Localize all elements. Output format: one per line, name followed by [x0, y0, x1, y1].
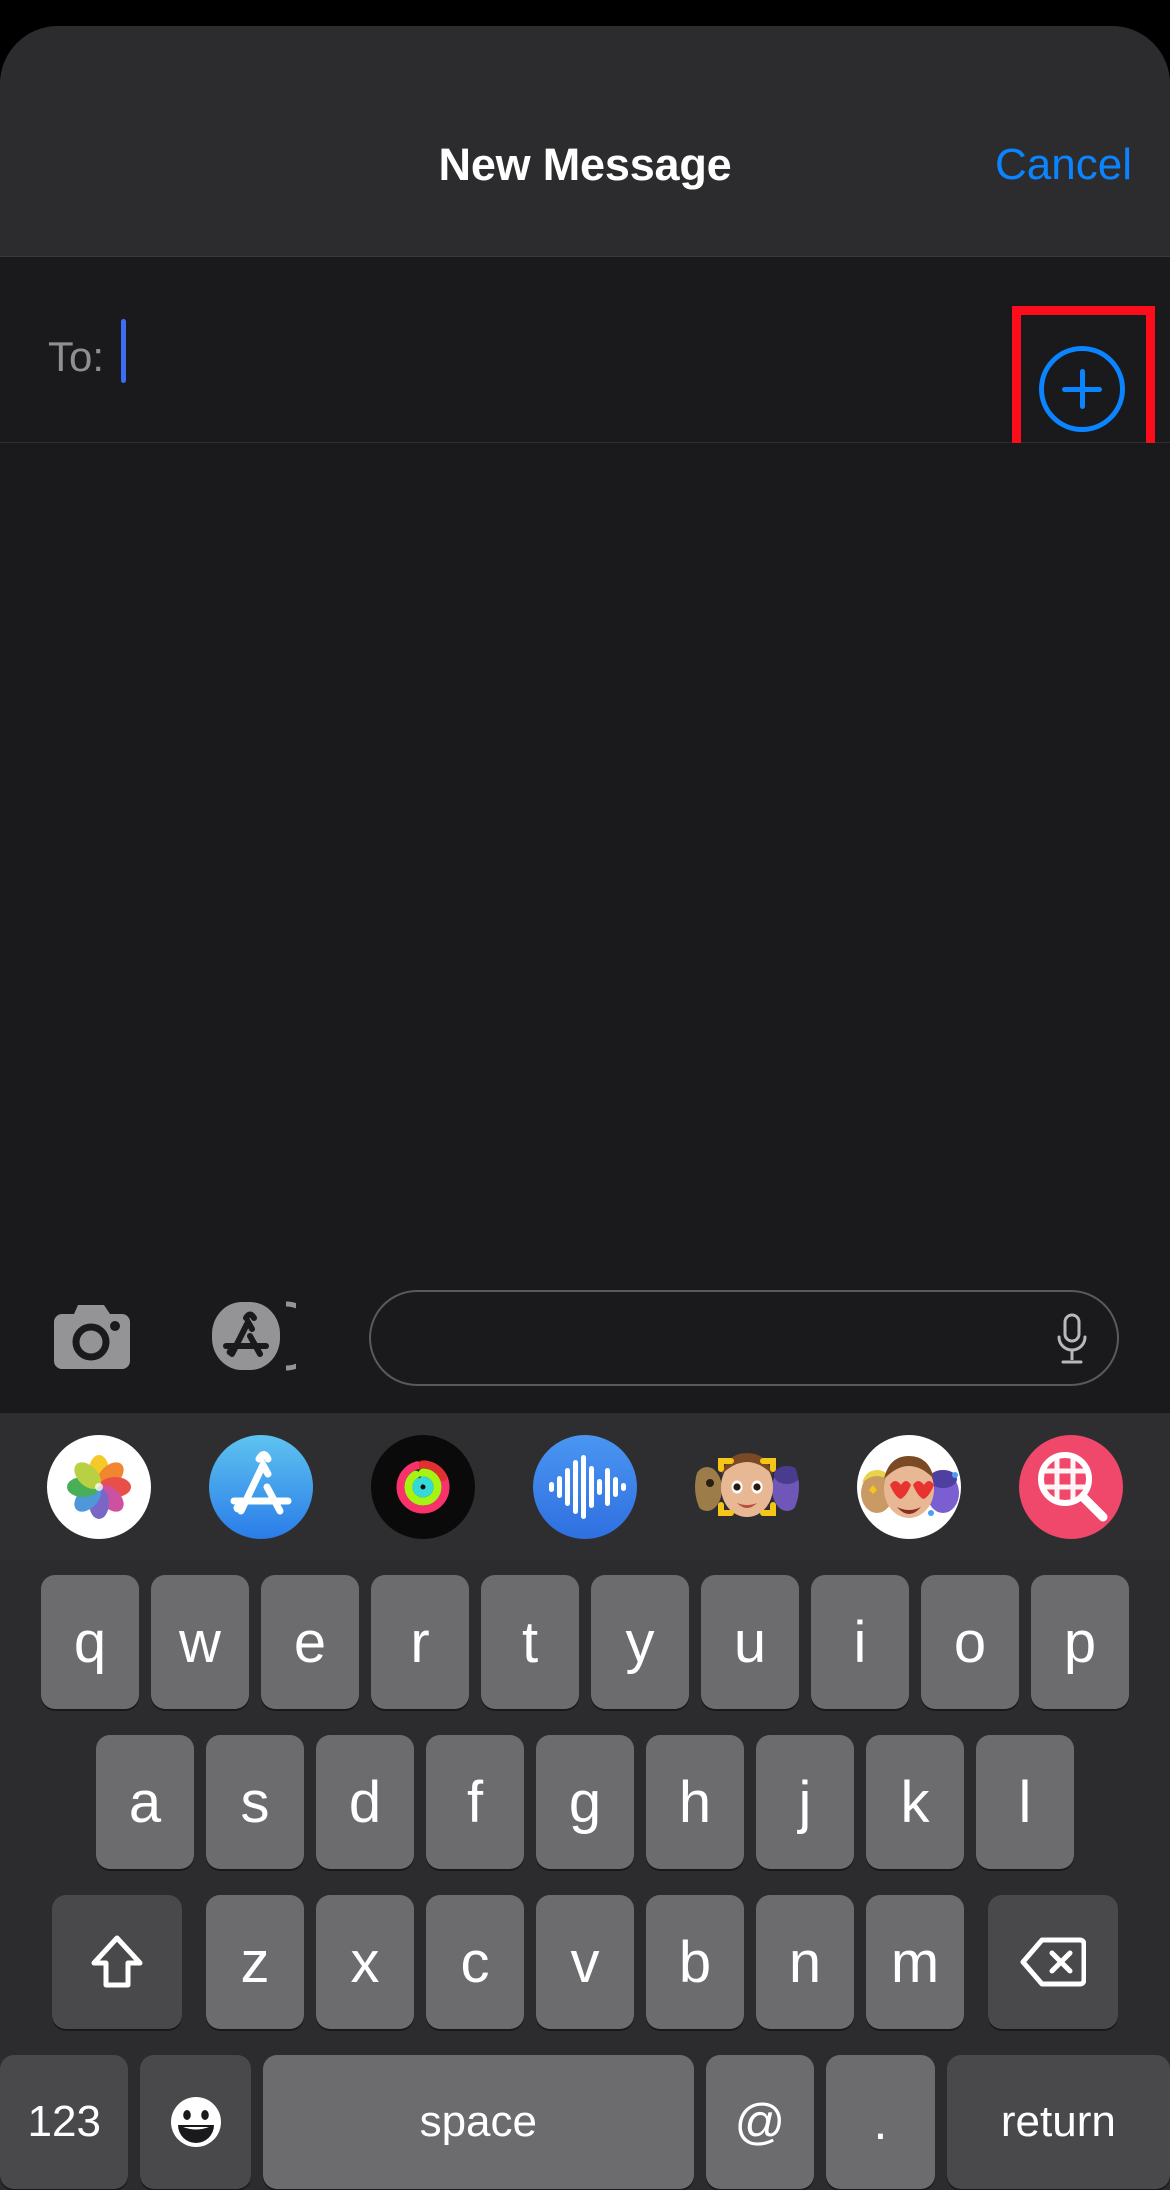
- new-message-sheet: New Message Cancel To: q w e r t y u i o…: [0, 26, 1170, 2190]
- app-drawer-item-images[interactable]: [1019, 1435, 1123, 1539]
- key-l[interactable]: l: [976, 1735, 1074, 1869]
- keyboard-row-4: 123 space @ . return: [0, 2055, 1170, 2189]
- key-b[interactable]: b: [646, 1895, 744, 2029]
- key-numeric-switch[interactable]: 123: [0, 2055, 129, 2189]
- key-h[interactable]: h: [646, 1735, 744, 1869]
- key-v[interactable]: v: [536, 1895, 634, 2029]
- conversation-area: [0, 443, 1170, 1263]
- key-space[interactable]: space: [262, 2055, 694, 2189]
- backspace-icon[interactable]: [988, 1895, 1118, 2029]
- key-d[interactable]: d: [316, 1735, 414, 1869]
- smiley-face-icon[interactable]: [140, 2055, 251, 2189]
- key-f[interactable]: f: [426, 1735, 524, 1869]
- key-j[interactable]: j: [756, 1735, 854, 1869]
- app-store-icon[interactable]: [210, 1298, 319, 1374]
- app-drawer-item-memoji-stickers[interactable]: [857, 1435, 961, 1539]
- plus-circle-icon[interactable]: [1039, 346, 1125, 432]
- message-input[interactable]: [369, 1290, 1119, 1386]
- key-r[interactable]: r: [371, 1575, 469, 1709]
- key-n[interactable]: n: [756, 1895, 854, 2029]
- keyboard-row-3: z x c v b n m: [0, 1895, 1170, 2029]
- key-m[interactable]: m: [866, 1895, 964, 2029]
- key-y[interactable]: y: [591, 1575, 689, 1709]
- app-drawer-item-photos[interactable]: [47, 1435, 151, 1539]
- camera-icon[interactable]: [52, 1301, 130, 1371]
- key-a[interactable]: a: [96, 1735, 194, 1869]
- key-at[interactable]: @: [705, 2055, 815, 2189]
- key-x[interactable]: x: [316, 1895, 414, 2029]
- key-z[interactable]: z: [206, 1895, 304, 2029]
- key-u[interactable]: u: [701, 1575, 799, 1709]
- key-p[interactable]: p: [1031, 1575, 1129, 1709]
- onscreen-keyboard: q w e r t y u i o p a s d f g h j k l z …: [0, 1561, 1170, 2190]
- keyboard-row-2: a s d f g h j k l: [0, 1735, 1170, 1869]
- key-o[interactable]: o: [921, 1575, 1019, 1709]
- key-i[interactable]: i: [811, 1575, 909, 1709]
- key-return[interactable]: return: [946, 2055, 1170, 2189]
- key-q[interactable]: q: [41, 1575, 139, 1709]
- key-c[interactable]: c: [426, 1895, 524, 2029]
- app-drawer-item-app-store[interactable]: [209, 1435, 313, 1539]
- key-g[interactable]: g: [536, 1735, 634, 1869]
- iphone-screen: New Message Cancel To: q w e r t y u i o…: [0, 0, 1170, 2190]
- app-drawer-item-audio[interactable]: [533, 1435, 637, 1539]
- text-caret: [121, 319, 126, 383]
- key-k[interactable]: k: [866, 1735, 964, 1869]
- to-label: To:: [48, 333, 105, 380]
- recipients-row[interactable]: To:: [0, 257, 1170, 443]
- keyboard-row-1: q w e r t y u i o p: [0, 1575, 1170, 1709]
- key-w[interactable]: w: [151, 1575, 249, 1709]
- microphone-icon[interactable]: [1053, 1312, 1091, 1368]
- app-drawer-item-memoji[interactable]: [695, 1435, 799, 1539]
- key-period[interactable]: .: [826, 2055, 935, 2189]
- cancel-button[interactable]: Cancel: [995, 138, 1132, 192]
- imessage-app-drawer: [0, 1413, 1170, 1561]
- key-s[interactable]: s: [206, 1735, 304, 1869]
- app-drawer-item-fitness[interactable]: [371, 1435, 475, 1539]
- navigation-bar: New Message Cancel: [0, 26, 1170, 257]
- shift-arrow-icon[interactable]: [52, 1895, 182, 2029]
- key-t[interactable]: t: [481, 1575, 579, 1709]
- key-e[interactable]: e: [261, 1575, 359, 1709]
- plus-vertical-bar: [1079, 369, 1085, 409]
